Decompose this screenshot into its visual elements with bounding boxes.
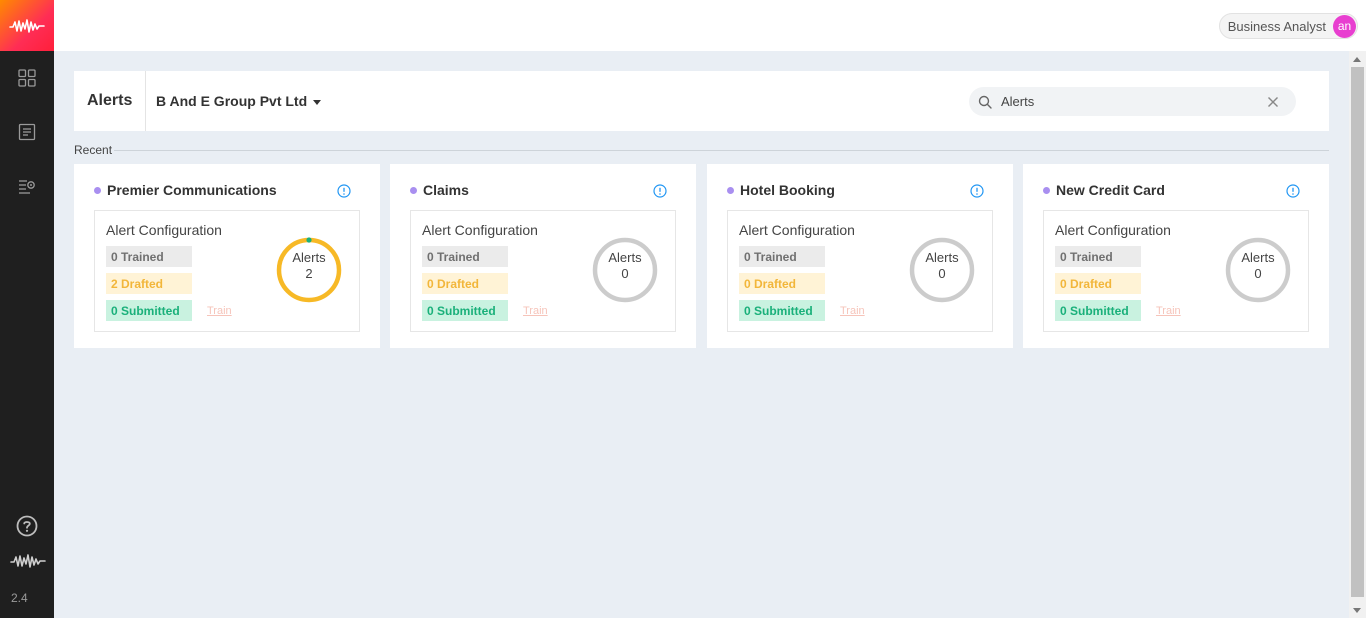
submitted-badge: 0 Submitted [1055, 300, 1141, 321]
trained-badge: 0 Trained [739, 246, 825, 267]
drafted-badge: 0 Drafted [1055, 273, 1141, 294]
status-dot [410, 186, 417, 194]
ring-label: Alerts [1241, 250, 1275, 265]
project-card[interactable]: New Credit Card Alert Configuration 0 Tr… [1023, 164, 1329, 348]
card-title[interactable]: Claims [423, 182, 469, 198]
ring-count: 2 [305, 266, 313, 281]
drafted-badge: 0 Drafted [739, 273, 825, 294]
card-header: New Credit Card [1043, 182, 1165, 198]
card-header: Hotel Booking [727, 182, 835, 198]
close-icon[interactable] [1267, 96, 1279, 108]
scroll-down-icon[interactable] [1353, 608, 1361, 613]
info-icon[interactable] [1286, 184, 1300, 198]
alert-config-panel: Alert Configuration 0 Trained 0 Drafted … [1043, 210, 1309, 332]
trained-badge: 0 Trained [1055, 246, 1141, 267]
list-settings-icon[interactable] [17, 176, 37, 196]
config-label: Alert Configuration [106, 222, 222, 238]
grid-icon[interactable] [17, 68, 37, 88]
org-name: B And E Group Pvt Ltd [156, 93, 308, 109]
status-dot [94, 186, 101, 194]
train-link[interactable]: Train [207, 305, 232, 317]
ring-label: Alerts [608, 250, 642, 265]
status-dot [727, 186, 734, 194]
app-logo[interactable] [0, 0, 54, 51]
project-card[interactable]: Premier Communications Alert Configurati… [74, 164, 380, 348]
org-dropdown[interactable]: B And E Group Pvt Ltd [156, 93, 322, 109]
search-box [969, 87, 1296, 116]
ring-label: Alerts [292, 250, 326, 265]
drafted-badge: 2 Drafted [106, 273, 192, 294]
card-header: Premier Communications [94, 182, 277, 198]
user-menu[interactable]: Business Analyst an [1218, 13, 1358, 39]
train-link[interactable]: Train [1156, 305, 1181, 317]
project-card[interactable]: Claims Alert Configuration 0 Trained 0 D… [390, 164, 696, 348]
config-label: Alert Configuration [1055, 222, 1171, 238]
page-header: Alerts B And E Group Pvt Ltd [74, 71, 1329, 131]
config-label: Alert Configuration [422, 222, 538, 238]
help-icon[interactable] [16, 515, 38, 537]
alerts-ring-text: Alerts 2 [275, 250, 343, 282]
sidebar: 2.4 [0, 0, 54, 618]
card-header: Claims [410, 182, 469, 198]
search-icon [978, 95, 992, 109]
submitted-badge: 0 Submitted [106, 300, 192, 321]
section-label-recent: Recent [74, 143, 113, 157]
alert-config-panel: Alert Configuration 0 Trained 0 Drafted … [727, 210, 993, 332]
trained-badge: 0 Trained [106, 246, 192, 267]
header-divider [145, 71, 146, 131]
ring-count: 0 [621, 266, 629, 281]
search-input[interactable] [1001, 94, 1261, 109]
ring-count: 0 [938, 266, 946, 281]
scrollbar[interactable] [1349, 51, 1366, 618]
avatar[interactable]: an [1333, 14, 1356, 38]
info-icon[interactable] [653, 184, 667, 198]
scroll-up-icon[interactable] [1353, 57, 1361, 62]
info-icon[interactable] [337, 184, 351, 198]
alerts-ring-text: Alerts 0 [591, 250, 659, 282]
config-label: Alert Configuration [739, 222, 855, 238]
drafted-badge: 0 Drafted [422, 273, 508, 294]
document-list-icon[interactable] [17, 122, 37, 142]
alert-config-panel: Alert Configuration 0 Trained 0 Drafted … [410, 210, 676, 332]
status-dot [1043, 186, 1050, 194]
ring-label: Alerts [925, 250, 959, 265]
alerts-ring-text: Alerts 0 [908, 250, 976, 282]
app-version: 2.4 [11, 591, 28, 605]
scrollbar-thumb[interactable] [1351, 67, 1364, 597]
train-link[interactable]: Train [840, 305, 865, 317]
caret-down-icon [313, 99, 322, 105]
waveform-logo-icon [10, 552, 46, 570]
trained-badge: 0 Trained [422, 246, 508, 267]
ring-count: 0 [1254, 266, 1262, 281]
topbar: Business Analyst an [54, 0, 1366, 51]
train-link[interactable]: Train [523, 305, 548, 317]
submitted-badge: 0 Submitted [739, 300, 825, 321]
card-title[interactable]: New Credit Card [1056, 182, 1165, 198]
card-title[interactable]: Premier Communications [107, 182, 277, 198]
project-card[interactable]: Hotel Booking Alert Configuration 0 Trai… [707, 164, 1013, 348]
alert-config-panel: Alert Configuration 0 Trained 2 Drafted … [94, 210, 360, 332]
info-icon[interactable] [970, 184, 984, 198]
card-title[interactable]: Hotel Booking [740, 182, 835, 198]
section-divider [114, 150, 1329, 151]
alerts-ring-text: Alerts 0 [1224, 250, 1292, 282]
waveform-logo-icon [9, 18, 45, 33]
page-title: Alerts [87, 92, 133, 109]
role-label: Business Analyst [1227, 18, 1326, 34]
submitted-badge: 0 Submitted [422, 300, 508, 321]
